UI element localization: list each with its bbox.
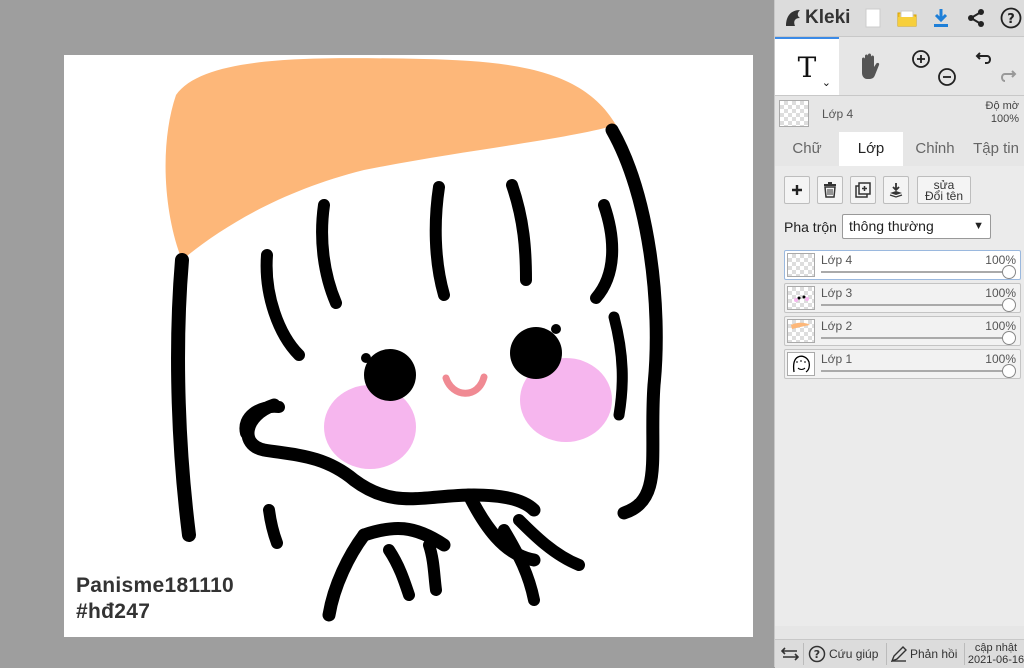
opacity-slider-track[interactable] bbox=[821, 271, 1008, 273]
zoom-in-icon[interactable] bbox=[911, 49, 931, 69]
opacity-label: Độ mờ bbox=[985, 100, 1020, 112]
help-button[interactable]: ? bbox=[999, 6, 1023, 30]
zoom-out-icon[interactable] bbox=[937, 67, 957, 87]
svg-text:?: ? bbox=[814, 648, 820, 661]
current-layer-thumbnail bbox=[779, 100, 809, 127]
text-tool-icon: T bbox=[797, 50, 817, 84]
help-label: Cứu giúp bbox=[829, 647, 879, 661]
app-name: Kleki bbox=[805, 7, 851, 28]
feedback-link[interactable]: Phản hồi bbox=[891, 640, 957, 668]
chevron-down-icon: ⌄ bbox=[821, 77, 831, 89]
current-layer-info: Lớp 4 Độ mờ 100% bbox=[775, 96, 1024, 132]
duplicate-icon bbox=[855, 182, 871, 198]
zoom-controls bbox=[901, 37, 963, 95]
hand-tool-button[interactable] bbox=[839, 37, 901, 95]
drawing-canvas[interactable]: Panisme181110 #hđ247 bbox=[64, 55, 753, 637]
top-toolbar: Kleki ? bbox=[775, 0, 1024, 37]
watermark-text: Panisme181110 #hđ247 bbox=[76, 573, 234, 625]
help-link[interactable]: ? Cứu giúp bbox=[808, 640, 878, 668]
chevron-down-icon: ▼ bbox=[973, 220, 984, 232]
duplicate-layer-button[interactable] bbox=[850, 176, 876, 204]
blend-mode-value: thông thường bbox=[849, 218, 934, 234]
layer-item[interactable]: Lớp 4 100% bbox=[784, 250, 1021, 280]
tab-file[interactable]: Tập tin bbox=[967, 132, 1024, 166]
tool-row: T ⌄ bbox=[775, 37, 1024, 96]
share-button[interactable] bbox=[964, 6, 988, 30]
layer-item[interactable]: Lớp 3 100% bbox=[784, 283, 1021, 313]
footer-divider bbox=[803, 643, 804, 665]
layer-item[interactable]: Lớp 2 100% bbox=[784, 316, 1021, 346]
layer-thumbnail bbox=[787, 352, 815, 376]
help-icon: ? bbox=[1000, 7, 1022, 29]
drawing-artwork bbox=[165, 58, 663, 622]
sidebar-footer: ? Cứu giúp Phản hồi cập nhật 2021-06-16 bbox=[775, 639, 1024, 668]
footer-divider bbox=[886, 643, 887, 665]
undo-icon[interactable] bbox=[975, 49, 995, 69]
tab-text[interactable]: Chữ bbox=[775, 132, 839, 166]
opacity-slider-track[interactable] bbox=[821, 304, 1008, 306]
opacity-slider-handle[interactable] bbox=[1002, 331, 1016, 345]
text-tool-button[interactable]: T ⌄ bbox=[775, 37, 839, 95]
delete-layer-button[interactable] bbox=[817, 176, 843, 204]
tab-adjust[interactable]: Chỉnh bbox=[903, 132, 967, 166]
blend-mode-label: Pha trộn bbox=[784, 219, 837, 235]
opacity-slider-track[interactable] bbox=[821, 370, 1008, 372]
kleki-logo-icon bbox=[786, 10, 800, 26]
download-icon bbox=[934, 9, 948, 27]
kleki-logo[interactable]: Kleki bbox=[783, 6, 850, 30]
plus-icon bbox=[792, 185, 802, 195]
merge-layer-button[interactable] bbox=[883, 176, 909, 204]
opacity-slider-handle[interactable] bbox=[1002, 364, 1016, 378]
layer-3-preview bbox=[794, 295, 809, 302]
right-sidebar: Kleki ? T ⌄ Lớp 4 Độ mờ 100% Chữ Lớp Chỉ… bbox=[774, 0, 1024, 668]
layer-name: Lớp 3 bbox=[821, 286, 853, 300]
panel-tabs: Chữ Lớp Chỉnh Tập tin bbox=[775, 132, 1024, 166]
tab-layers[interactable]: Lớp bbox=[839, 132, 903, 166]
swap-sides-button[interactable] bbox=[781, 640, 799, 668]
layer-thumbnail bbox=[787, 286, 815, 310]
layer-name: Lớp 2 bbox=[821, 319, 853, 333]
opacity-slider-handle[interactable] bbox=[1002, 298, 1016, 312]
open-folder-icon bbox=[897, 10, 917, 27]
layer-opacity-readout: Độ mờ 100% bbox=[986, 100, 1020, 126]
redo-icon[interactable] bbox=[997, 67, 1017, 87]
trash-icon bbox=[824, 182, 836, 198]
merge-down-icon bbox=[889, 183, 903, 198]
layer-name: Lớp 1 bbox=[821, 352, 853, 366]
update-date: 2021-06-16 bbox=[967, 654, 1024, 666]
history-controls bbox=[963, 37, 1024, 95]
add-layer-button[interactable] bbox=[784, 176, 810, 204]
opacity-slider-track[interactable] bbox=[821, 337, 1008, 339]
update-info[interactable]: cập nhật 2021-06-16 bbox=[967, 642, 1024, 666]
blend-mode-select[interactable]: thông thường ▼ bbox=[842, 214, 991, 239]
help-icon: ? bbox=[808, 645, 826, 663]
feedback-icon bbox=[891, 646, 907, 662]
download-button[interactable] bbox=[929, 6, 953, 30]
hand-icon bbox=[862, 53, 880, 79]
layer-name: Lớp 4 bbox=[821, 253, 853, 267]
footer-divider bbox=[964, 643, 965, 665]
open-file-button[interactable] bbox=[895, 6, 919, 30]
current-layer-name: Lớp 4 bbox=[822, 107, 854, 121]
layer-2-preview bbox=[791, 322, 810, 329]
layer-thumbnail bbox=[787, 319, 815, 343]
update-label: cập nhật bbox=[974, 642, 1018, 654]
new-file-button[interactable] bbox=[861, 6, 885, 30]
feedback-label: Phản hồi bbox=[910, 647, 958, 661]
new-file-icon bbox=[865, 8, 881, 28]
layers-panel: sửa Đổi tên Pha trộn thông thường ▼ Lớp … bbox=[775, 166, 1024, 626]
rename-line-2: Đổi tên bbox=[924, 189, 964, 203]
opacity-value: 100% bbox=[990, 113, 1019, 125]
opacity-slider-handle[interactable] bbox=[1002, 265, 1016, 279]
svg-text:?: ? bbox=[1007, 12, 1015, 27]
swap-arrows-icon bbox=[781, 647, 799, 661]
share-icon bbox=[968, 9, 984, 27]
watermark-line-1: Panisme181110 bbox=[76, 574, 235, 597]
watermark-line-2: #hđ247 bbox=[76, 600, 151, 623]
rename-layer-button[interactable]: sửa Đổi tên bbox=[917, 176, 971, 204]
layer-1-preview bbox=[792, 355, 811, 373]
canvas-workspace[interactable]: Panisme181110 #hđ247 bbox=[0, 0, 774, 667]
layer-thumbnail bbox=[787, 253, 815, 277]
layer-item[interactable]: Lớp 1 100% bbox=[784, 349, 1021, 379]
